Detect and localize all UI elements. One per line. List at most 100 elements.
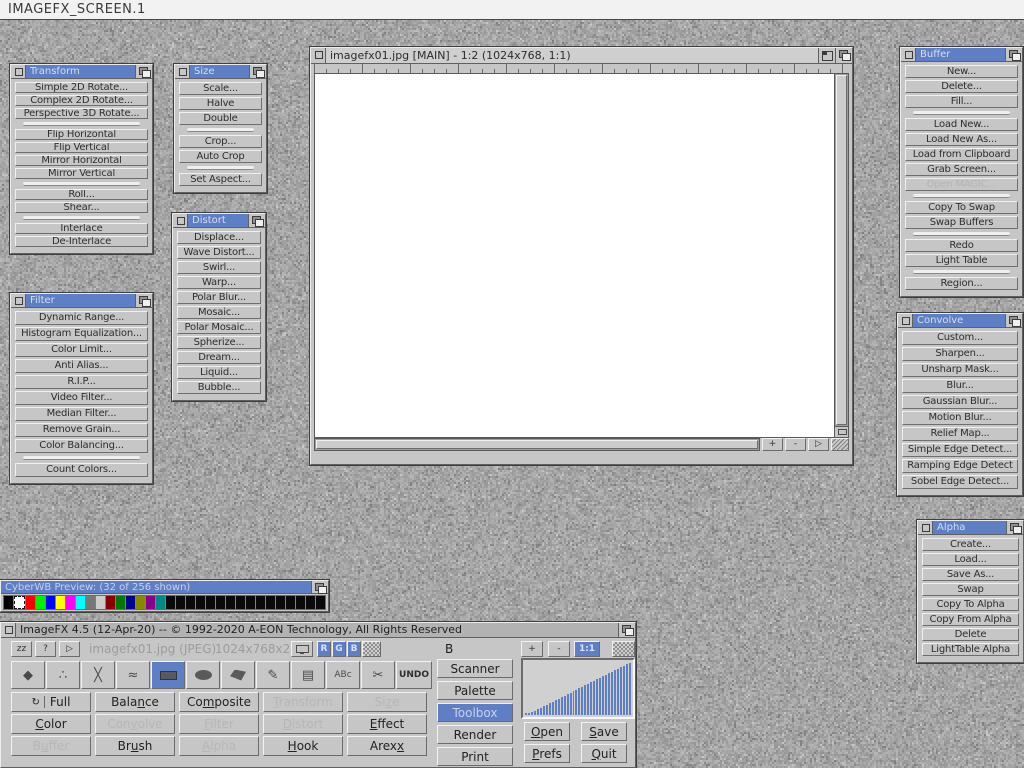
depth-icon[interactable] [1006, 521, 1023, 534]
sleep-button[interactable]: zz [11, 641, 32, 657]
pan-button[interactable]: ▷ [808, 438, 829, 451]
play-macro-button[interactable]: ▷ [59, 641, 80, 657]
zoom-out-button[interactable]: - [785, 438, 806, 451]
zoom-in-button[interactable]: + [521, 641, 543, 657]
palette-titlebar[interactable]: CyberWB Preview: (32 of 256 shown) [1, 581, 328, 594]
delete-button[interactable]: Delete [922, 628, 1019, 641]
color-swatch-27[interactable] [276, 596, 285, 609]
depth-icon[interactable] [135, 65, 152, 78]
swap-buffers-button[interactable]: Swap Buffers [905, 216, 1018, 229]
create-button[interactable]: Create... [922, 538, 1019, 551]
polar-mosaic-button[interactable]: Polar Mosaic... [177, 321, 261, 334]
screen-toggle-icon[interactable] [612, 641, 635, 657]
toolbox-button[interactable]: Toolbox [437, 703, 513, 722]
color-swatch-29[interactable] [296, 596, 305, 609]
clip-brush-tool-icon[interactable]: ▤ [291, 661, 325, 689]
distort-titlebar[interactable]: Distort [173, 214, 265, 228]
color-swatch-3[interactable] [36, 596, 45, 609]
mirror-horizontal-button[interactable]: Mirror Horizontal [15, 155, 148, 166]
color-swatch-6[interactable] [66, 596, 75, 609]
quit-button[interactable]: Quit [581, 744, 627, 763]
de-interlace-button[interactable]: De-Interlace [15, 236, 148, 247]
color-swatch-28[interactable] [286, 596, 295, 609]
text-tool-icon[interactable]: ABc [326, 661, 360, 689]
close-icon[interactable] [1, 623, 16, 637]
close-icon[interactable] [898, 314, 913, 327]
spherize-button[interactable]: Spherize... [177, 336, 261, 349]
color-swatch-18[interactable] [186, 596, 195, 609]
open-button[interactable]: Open [524, 722, 570, 741]
median-filter-button[interactable]: Median Filter... [15, 407, 148, 421]
print-button[interactable]: Print [437, 747, 513, 766]
palette-button[interactable]: Palette [437, 681, 513, 700]
image-canvas[interactable] [314, 73, 835, 438]
color-swatch-14[interactable] [146, 596, 155, 609]
filter-button[interactable]: Filter [179, 714, 259, 734]
horizontal-scrollbar-thumb[interactable] [316, 440, 758, 449]
dream-button[interactable]: Dream... [177, 351, 261, 364]
color-balancing-button[interactable]: Color Balancing... [15, 439, 148, 453]
red-channel-button[interactable]: R [317, 641, 331, 657]
depth-icon[interactable] [311, 581, 328, 593]
interlace-button[interactable]: Interlace [15, 223, 148, 234]
new-button[interactable]: New... [905, 65, 1018, 78]
grab-screen-button[interactable]: Grab Screen... [905, 163, 1018, 176]
fill-button[interactable]: Fill... [905, 95, 1018, 108]
color-swatch-21[interactable] [216, 596, 225, 609]
remove-grain-button[interactable]: Remove Grain... [15, 423, 148, 437]
load-from-clipboard-button[interactable]: Load from Clipboard [905, 148, 1018, 161]
open-magic-button[interactable]: Open MAGIC... [905, 178, 1018, 191]
sharpen-button[interactable]: Sharpen... [902, 347, 1018, 361]
color-swatch-8[interactable] [86, 596, 95, 609]
color-swatch-19[interactable] [196, 596, 205, 609]
sobel-edge-detect-button[interactable]: Sobel Edge Detect... [902, 475, 1018, 489]
color-swatch-25[interactable] [256, 596, 265, 609]
color-swatch-11[interactable] [116, 596, 125, 609]
box-tool-icon[interactable] [151, 661, 185, 689]
flip-horizontal-button[interactable]: Flip Horizontal [15, 129, 148, 140]
custom-button[interactable]: Custom... [902, 331, 1018, 345]
color-button[interactable]: Color [11, 714, 91, 734]
color-swatch-9[interactable] [96, 596, 105, 609]
load-button[interactable]: Load... [922, 553, 1019, 566]
perspective-3d-rotate-button[interactable]: Perspective 3D Rotate... [15, 108, 148, 119]
save-as-button[interactable]: Save As... [922, 568, 1019, 581]
color-swatch-22[interactable] [226, 596, 235, 609]
copy-to-alpha-button[interactable]: Copy To Alpha [922, 598, 1019, 611]
arexx-button[interactable]: Arexx [347, 736, 427, 756]
swirl-button[interactable]: Swirl... [177, 261, 261, 274]
color-swatch-5[interactable] [56, 596, 65, 609]
convolve-titlebar[interactable]: Convolve [898, 314, 1022, 328]
screen-mode-icon[interactable] [291, 641, 313, 657]
close-icon[interactable] [11, 294, 26, 307]
simple-edge-detect-button[interactable]: Simple Edge Detect... [902, 443, 1018, 457]
vertical-scrollbar-thumb[interactable] [836, 75, 847, 425]
color-swatch-10[interactable] [106, 596, 115, 609]
alpha-channel-icon[interactable] [362, 641, 381, 657]
flip-vertical-button[interactable]: Flip Vertical [15, 142, 148, 153]
depth-icon[interactable] [835, 48, 852, 63]
render-button[interactable]: Render [437, 725, 513, 744]
close-icon[interactable] [175, 65, 190, 78]
vertical-scrollbar[interactable] [835, 73, 849, 438]
zoom-out-button[interactable]: - [548, 641, 570, 657]
save-button[interactable]: Save [581, 722, 627, 741]
polygon-tool-icon[interactable] [221, 661, 255, 689]
copy-from-alpha-button[interactable]: Copy From Alpha [922, 613, 1019, 626]
transform-button[interactable]: Transform [263, 692, 343, 712]
prefs-button[interactable]: Prefs [524, 744, 570, 763]
complex-2d-rotate-button[interactable]: Complex 2D Rotate... [15, 95, 148, 106]
blue-channel-button[interactable]: B [347, 641, 361, 657]
color-swatch-7[interactable] [76, 596, 85, 609]
oval-tool-icon[interactable] [186, 661, 220, 689]
color-swatch-24[interactable] [246, 596, 255, 609]
airbrush-tool-icon[interactable]: ∴ [46, 661, 80, 689]
horizontal-scrollbar[interactable] [314, 438, 760, 451]
image-window-titlebar[interactable]: imagefx01.jpg [MAIN] - 1:2 (1024x768, 1:… [311, 48, 852, 64]
anti-alias-button[interactable]: Anti Alias... [15, 359, 148, 373]
copy-to-swap-button[interactable]: Copy To Swap [905, 201, 1018, 214]
buffer-button[interactable]: Buffer [11, 736, 91, 756]
crop-button[interactable]: Crop... [179, 135, 262, 148]
alpha-titlebar[interactable]: Alpha [918, 521, 1023, 535]
zoom-gadget-icon[interactable] [818, 48, 835, 63]
